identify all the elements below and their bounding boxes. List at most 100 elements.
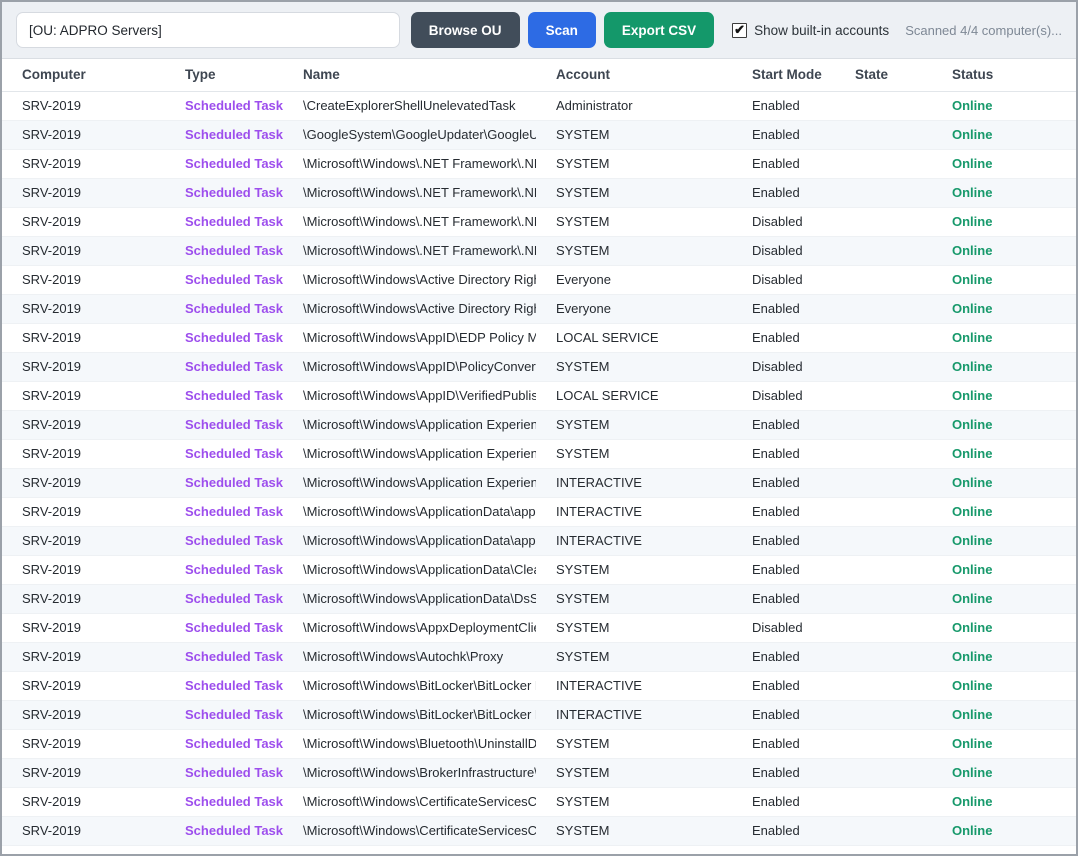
cell-type: Scheduled Task	[165, 439, 283, 469]
cell-start-mode: Enabled	[732, 526, 835, 556]
cell-account: SYSTEM	[536, 207, 732, 237]
table-row[interactable]: SRV-2019 Scheduled Task \Microsoft\Windo…	[2, 555, 1076, 585]
cell-account: SYSTEM	[536, 613, 732, 643]
cell-name: \Microsoft\Windows\BrokerInfrastructure\	[283, 758, 536, 788]
cell-name: \Microsoft\Windows\.NET Framework\.NET	[283, 178, 536, 208]
table-row[interactable]: SRV-2019 Scheduled Task \Microsoft\Windo…	[2, 352, 1076, 382]
column-header-status: Status	[932, 59, 1076, 92]
cell-type: Scheduled Task	[165, 91, 283, 121]
table-row[interactable]: SRV-2019 Scheduled Task \Microsoft\Windo…	[2, 613, 1076, 643]
cell-account: LOCAL SERVICE	[536, 323, 732, 353]
cell-state	[835, 555, 932, 585]
cell-type: Scheduled Task	[165, 526, 283, 556]
cell-status: Online	[932, 91, 1076, 121]
cell-name: \Microsoft\Windows\ApplicationData\app	[283, 526, 536, 556]
table-row[interactable]: SRV-2019 Scheduled Task \Microsoft\Windo…	[2, 845, 1076, 854]
browse-ou-button[interactable]: Browse OU	[410, 12, 520, 48]
table-row[interactable]: SRV-2019 Scheduled Task \Microsoft\Windo…	[2, 236, 1076, 266]
cell-start-mode: Enabled	[732, 758, 835, 788]
cell-state	[835, 758, 932, 788]
cell-state	[835, 352, 932, 382]
table-row[interactable]: SRV-2019 Scheduled Task \Microsoft\Windo…	[2, 584, 1076, 614]
cell-status: Online	[932, 149, 1076, 179]
cell-start-mode: Enabled	[732, 555, 835, 585]
table-row[interactable]: SRV-2019 Scheduled Task \Microsoft\Windo…	[2, 468, 1076, 498]
cell-computer: SRV-2019	[2, 236, 165, 266]
cell-type: Scheduled Task	[165, 787, 283, 817]
cell-account: SYSTEM	[536, 816, 732, 846]
cell-name: \Microsoft\Windows\Application Experien	[283, 468, 536, 498]
cell-status: Online	[932, 671, 1076, 701]
cell-start-mode: Disabled	[732, 207, 835, 237]
cell-status: Online	[932, 294, 1076, 324]
scan-button[interactable]: Scan	[527, 12, 596, 48]
cell-type: Scheduled Task	[165, 178, 283, 208]
table-row[interactable]: SRV-2019 Scheduled Task \Microsoft\Windo…	[2, 439, 1076, 469]
table-row[interactable]: SRV-2019 Scheduled Task \Microsoft\Windo…	[2, 642, 1076, 672]
cell-start-mode: Enabled	[732, 439, 835, 469]
cell-computer: SRV-2019	[2, 729, 165, 759]
results-table: Computer Type Name Account Start Mode St…	[2, 59, 1076, 854]
export-csv-button[interactable]: Export CSV	[603, 12, 715, 48]
cell-account: SYSTEM	[536, 439, 732, 469]
cell-computer: SRV-2019	[2, 671, 165, 701]
cell-state	[835, 700, 932, 730]
cell-start-mode: Enabled	[732, 845, 835, 854]
cell-computer: SRV-2019	[2, 149, 165, 179]
table-row[interactable]: SRV-2019 Scheduled Task \Microsoft\Windo…	[2, 381, 1076, 411]
cell-state	[835, 816, 932, 846]
cell-account: SYSTEM	[536, 352, 732, 382]
cell-status: Online	[932, 758, 1076, 788]
cell-type: Scheduled Task	[165, 294, 283, 324]
table-row[interactable]: SRV-2019 Scheduled Task \Microsoft\Windo…	[2, 323, 1076, 353]
cell-start-mode: Enabled	[732, 816, 835, 846]
cell-start-mode: Enabled	[732, 787, 835, 817]
cell-state	[835, 294, 932, 324]
cell-computer: SRV-2019	[2, 323, 165, 353]
cell-status: Online	[932, 323, 1076, 353]
cell-computer: SRV-2019	[2, 700, 165, 730]
ou-input[interactable]	[16, 12, 400, 48]
show-builtin-checkbox[interactable]	[732, 22, 748, 38]
table-row[interactable]: SRV-2019 Scheduled Task \Microsoft\Windo…	[2, 265, 1076, 295]
table-row[interactable]: SRV-2019 Scheduled Task \Microsoft\Windo…	[2, 729, 1076, 759]
table-row[interactable]: SRV-2019 Scheduled Task \GoogleSystem\Go…	[2, 120, 1076, 150]
table-row[interactable]: SRV-2019 Scheduled Task \CreateExplorerS…	[2, 91, 1076, 121]
cell-status: Online	[932, 526, 1076, 556]
table-row[interactable]: SRV-2019 Scheduled Task \Microsoft\Windo…	[2, 758, 1076, 788]
cell-state	[835, 120, 932, 150]
table-row[interactable]: SRV-2019 Scheduled Task \Microsoft\Windo…	[2, 700, 1076, 730]
cell-start-mode: Enabled	[732, 468, 835, 498]
table-row[interactable]: SRV-2019 Scheduled Task \Microsoft\Windo…	[2, 149, 1076, 179]
cell-start-mode: Disabled	[732, 352, 835, 382]
cell-name: \Microsoft\Windows\Autochk\Proxy	[283, 642, 536, 672]
table-row[interactable]: SRV-2019 Scheduled Task \Microsoft\Windo…	[2, 178, 1076, 208]
table-row[interactable]: SRV-2019 Scheduled Task \Microsoft\Windo…	[2, 526, 1076, 556]
cell-start-mode: Disabled	[732, 381, 835, 411]
cell-name: \Microsoft\Windows\Application Experien	[283, 439, 536, 469]
table-row[interactable]: SRV-2019 Scheduled Task \Microsoft\Windo…	[2, 294, 1076, 324]
cell-account: SYSTEM	[536, 729, 732, 759]
cell-type: Scheduled Task	[165, 845, 283, 854]
cell-name: \Microsoft\Windows\AppID\PolicyConvert	[283, 352, 536, 382]
cell-name: \Microsoft\Windows\AppxDeploymentClie	[283, 613, 536, 643]
cell-state	[835, 497, 932, 527]
table-row[interactable]: SRV-2019 Scheduled Task \Microsoft\Windo…	[2, 497, 1076, 527]
table-row[interactable]: SRV-2019 Scheduled Task \Microsoft\Windo…	[2, 671, 1076, 701]
cell-account: SYSTEM	[536, 642, 732, 672]
table-row[interactable]: SRV-2019 Scheduled Task \Microsoft\Windo…	[2, 207, 1076, 237]
table-row[interactable]: SRV-2019 Scheduled Task \Microsoft\Windo…	[2, 787, 1076, 817]
cell-start-mode: Enabled	[732, 178, 835, 208]
cell-type: Scheduled Task	[165, 816, 283, 846]
table-row[interactable]: SRV-2019 Scheduled Task \Microsoft\Windo…	[2, 816, 1076, 846]
cell-type: Scheduled Task	[165, 236, 283, 266]
show-builtin-toggle[interactable]: Show built-in accounts	[732, 22, 889, 38]
table-row[interactable]: SRV-2019 Scheduled Task \Microsoft\Windo…	[2, 410, 1076, 440]
cell-type: Scheduled Task	[165, 381, 283, 411]
cell-status: Online	[932, 120, 1076, 150]
cell-name: \Microsoft\Windows\Application Experien	[283, 410, 536, 440]
cell-state	[835, 236, 932, 266]
cell-name: \Microsoft\Windows\BitLocker\BitLocker M	[283, 700, 536, 730]
cell-status: Online	[932, 816, 1076, 846]
cell-type: Scheduled Task	[165, 584, 283, 614]
